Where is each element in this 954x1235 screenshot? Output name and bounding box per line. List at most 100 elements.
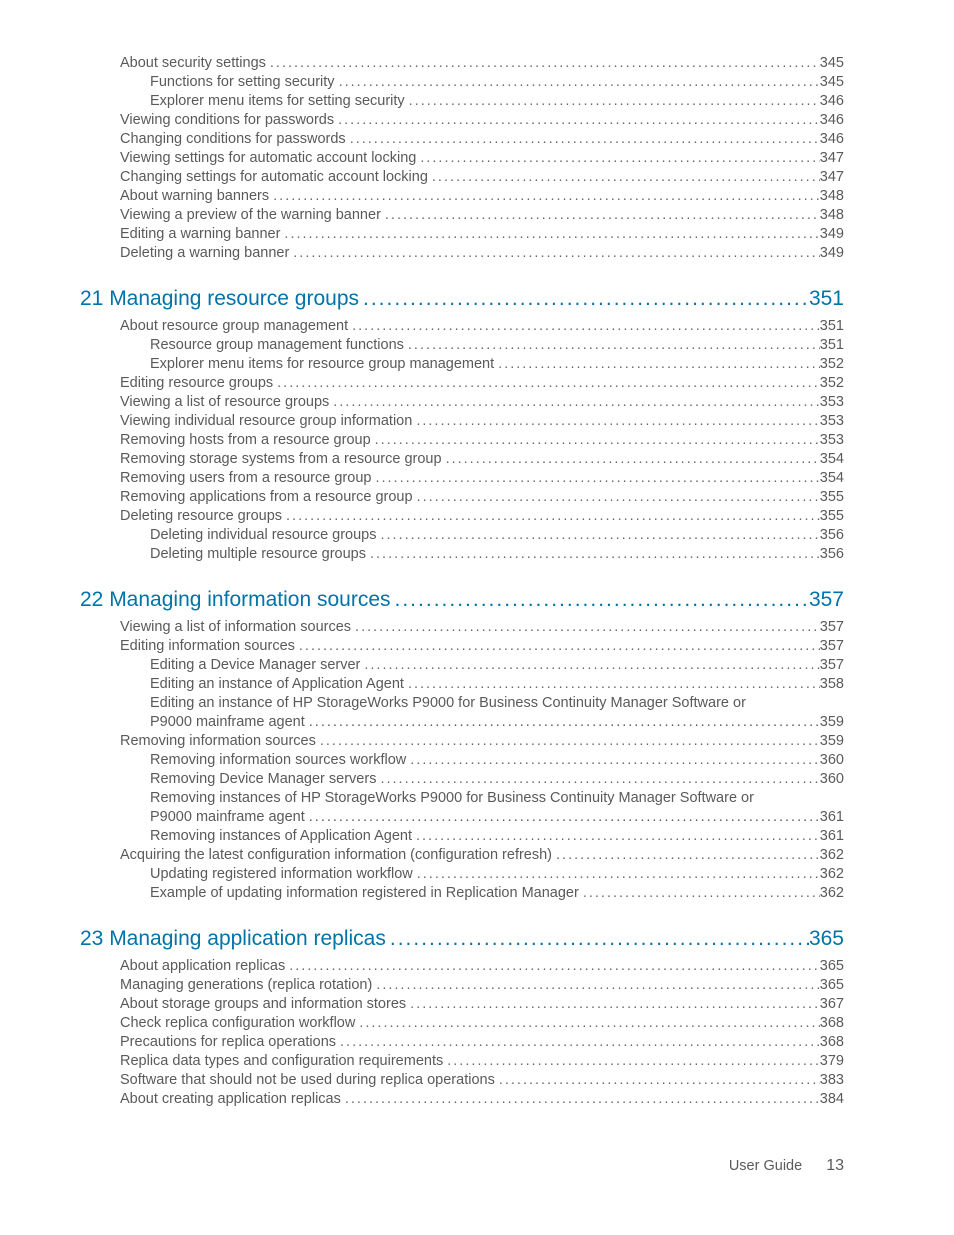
toc-entry[interactable]: About warning banners348 — [120, 187, 844, 206]
toc-entry-page: 348 — [820, 206, 844, 225]
toc-leader — [346, 130, 820, 149]
toc-entry-label: Viewing a list of resource groups — [120, 393, 329, 412]
toc-chapter[interactable]: 23 Managing application replicas365 — [80, 927, 844, 951]
toc-entry[interactable]: Viewing a list of resource groups353 — [120, 393, 844, 412]
toc-entry[interactable]: About security settings345 — [120, 54, 844, 73]
toc-entry-label: Viewing individual resource group inform… — [120, 412, 412, 431]
toc-leader — [443, 1052, 820, 1071]
toc-entry[interactable]: Deleting resource groups 355 — [120, 507, 844, 526]
toc-entry[interactable]: Viewing individual resource group inform… — [120, 412, 844, 431]
toc-entry-page: 362 — [820, 865, 844, 884]
toc-entry-label: About warning banners — [120, 187, 269, 206]
toc-leader — [280, 225, 819, 244]
toc-leader — [335, 73, 820, 92]
toc-leader — [376, 770, 819, 789]
toc-entry-page: 354 — [820, 469, 844, 488]
toc-leader — [305, 713, 820, 732]
toc-entry[interactable]: Software that should not be used during … — [120, 1071, 844, 1090]
toc-entry-page: 361 — [820, 808, 844, 827]
toc-leader — [406, 995, 820, 1014]
toc-entry-label: Removing hosts from a resource group — [120, 431, 371, 450]
toc-entry[interactable]: Deleting individual resource groups356 — [150, 526, 844, 545]
toc-entry-label: Editing a warning banner — [120, 225, 280, 244]
toc-entry-label: Deleting resource groups — [120, 507, 282, 526]
toc-entry[interactable]: Acquiring the latest configuration infor… — [120, 846, 844, 865]
toc-entry[interactable]: Viewing a preview of the warning banner3… — [120, 206, 844, 225]
footer-page-number: 13 — [826, 1157, 844, 1174]
toc-entry[interactable]: Editing a Device Manager server357 — [150, 656, 844, 675]
toc-entry[interactable]: Removing information sources359 — [120, 732, 844, 751]
toc-leader — [386, 927, 809, 951]
toc-entry-page: 361 — [820, 827, 844, 846]
toc-leader — [428, 168, 820, 187]
toc-entry[interactable]: Viewing settings for automatic account l… — [120, 149, 844, 168]
toc-leader — [341, 1090, 820, 1109]
toc-entry-label: About resource group management — [120, 317, 348, 336]
toc-entry[interactable]: Precautions for replica operations368 — [120, 1033, 844, 1052]
toc-entry[interactable]: Editing a warning banner349 — [120, 225, 844, 244]
toc-leader — [295, 637, 820, 656]
toc-leader — [391, 588, 809, 612]
toc-entry-label: Replica data types and configuration req… — [120, 1052, 443, 1071]
toc-entry[interactable]: Deleting a warning banner349 — [120, 244, 844, 263]
toc-entry-label: Editing an instance of HP StorageWorks P… — [150, 694, 844, 713]
toc-entry[interactable]: Changing settings for automatic account … — [120, 168, 844, 187]
toc-entry[interactable]: Functions for setting security345 — [150, 73, 844, 92]
toc-chapter[interactable]: 21 Managing resource groups351 — [80, 287, 844, 311]
toc-entry[interactable]: Removing Device Manager servers360 — [150, 770, 844, 789]
toc-leader — [266, 54, 820, 73]
toc-entry[interactable]: Removing instances of Application Agent3… — [150, 827, 844, 846]
toc-entry[interactable]: Replica data types and configuration req… — [120, 1052, 844, 1071]
toc-entry-label: Changing settings for automatic account … — [120, 168, 428, 187]
toc-entry[interactable]: Removing users from a resource group354 — [120, 469, 844, 488]
toc-leader — [282, 507, 820, 526]
toc-entry[interactable]: Removing hosts from a resource group 353 — [120, 431, 844, 450]
toc-leader — [372, 976, 820, 995]
toc-entry[interactable]: About resource group management351 — [120, 317, 844, 336]
toc-entry[interactable]: Editing an instance of HP StorageWorks P… — [150, 694, 844, 732]
toc-entry[interactable]: Explorer menu items for setting security… — [150, 92, 844, 111]
toc-entry-page: 351 — [820, 336, 844, 355]
toc-leader — [412, 827, 820, 846]
toc-entry-label: Managing generations (replica rotation) — [120, 976, 372, 995]
toc-entry[interactable]: Editing information sources357 — [120, 637, 844, 656]
toc-entry-page: 360 — [820, 751, 844, 770]
toc-entry[interactable]: Viewing conditions for passwords346 — [120, 111, 844, 130]
toc-entry-label: About application replicas — [120, 957, 285, 976]
toc-entry[interactable]: Updating registered information workflow… — [150, 865, 844, 884]
toc-leader — [579, 884, 820, 903]
toc-entry[interactable]: About application replicas365 — [120, 957, 844, 976]
toc-leader — [416, 149, 819, 168]
toc-entry[interactable]: Editing an instance of Application Agent… — [150, 675, 844, 694]
toc-entry[interactable]: Example of updating information register… — [150, 884, 844, 903]
toc-entry[interactable]: Viewing a list of information sources357 — [120, 618, 844, 637]
toc-entry-page: 355 — [820, 507, 844, 526]
toc-entry-page: 358 — [820, 675, 844, 694]
toc-entry-label: Resource group management functions — [150, 336, 404, 355]
toc-entry-page: 359 — [820, 713, 844, 732]
toc-entry[interactable]: Editing resource groups352 — [120, 374, 844, 393]
toc-entry-page: 368 — [820, 1014, 844, 1033]
toc-entry[interactable]: Removing applications from a resource gr… — [120, 488, 844, 507]
page-footer: User Guide 13 — [729, 1157, 844, 1175]
toc-entry-page: 353 — [820, 431, 844, 450]
toc-entry[interactable]: Check replica configuration workflow368 — [120, 1014, 844, 1033]
toc-entry[interactable]: Removing information sources workflow360 — [150, 751, 844, 770]
toc-leader — [405, 92, 820, 111]
toc-entry[interactable]: About creating application replicas384 — [120, 1090, 844, 1109]
toc-entry-label: Removing instances of HP StorageWorks P9… — [150, 789, 844, 808]
toc-entry-page: 356 — [820, 526, 844, 545]
toc-entry[interactable]: Changing conditions for passwords346 — [120, 130, 844, 149]
toc-entry[interactable]: Managing generations (replica rotation)3… — [120, 976, 844, 995]
toc-chapter[interactable]: 22 Managing information sources357 — [80, 588, 844, 612]
toc-leader — [404, 336, 820, 355]
toc-entry-page: 379 — [820, 1052, 844, 1071]
toc-entry[interactable]: Resource group management functions 351 — [150, 336, 844, 355]
footer-label: User Guide — [729, 1158, 802, 1174]
toc-leader — [351, 618, 820, 637]
toc-entry[interactable]: Removing instances of HP StorageWorks P9… — [150, 789, 844, 827]
toc-entry[interactable]: Deleting multiple resource groups356 — [150, 545, 844, 564]
toc-entry[interactable]: Removing storage systems from a resource… — [120, 450, 844, 469]
toc-entry[interactable]: Explorer menu items for resource group m… — [150, 355, 844, 374]
toc-entry[interactable]: About storage groups and information sto… — [120, 995, 844, 1014]
